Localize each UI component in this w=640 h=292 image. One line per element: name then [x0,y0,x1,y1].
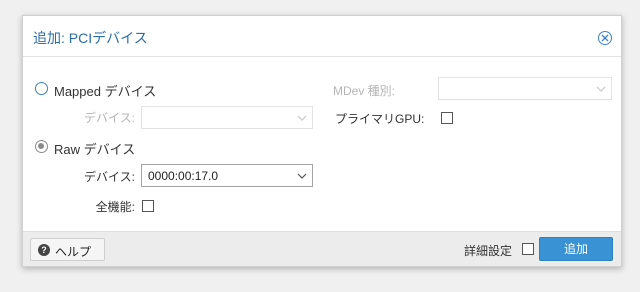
advanced-label: 詳細設定 [464,244,513,258]
raw-device-radio-label: Raw デバイス [54,142,136,157]
help-button-label: ヘルプ [55,245,92,259]
question-icon: ? [38,244,50,256]
all-functions-checkbox[interactable] [142,200,154,212]
mdev-type-label: MDev 種別: [333,84,396,98]
mapped-device-radio[interactable] [35,82,48,95]
mapped-device-radio-label: Mapped デバイス [54,84,157,99]
raw-device-field-label: デバイス: [84,170,135,184]
mapped-device-select[interactable] [141,106,313,129]
primary-gpu-label: プライマリGPU: [335,112,425,126]
chevron-down-icon [297,173,307,179]
raw-device-value: 0000:00:17.0 [148,169,219,183]
add-pci-device-dialog: 追加: PCIデバイス Mapped デバイス デバイス: MDev 種別: プ… [22,15,622,267]
primary-gpu-checkbox[interactable] [441,112,453,124]
chevron-down-icon [596,86,606,92]
close-icon[interactable] [598,31,612,45]
mapped-device-field-label: デバイス: [84,111,135,125]
help-button[interactable]: ? ヘルプ [30,238,105,261]
raw-device-select[interactable]: 0000:00:17.0 [141,164,313,187]
dialog-title: 追加: PCIデバイス [33,30,148,46]
advanced-checkbox[interactable] [522,243,534,255]
add-button[interactable]: 追加 [539,237,613,261]
chevron-down-icon [297,115,307,121]
raw-device-radio[interactable] [35,140,48,153]
dialog-header: 追加: PCIデバイス [23,16,621,57]
mdev-type-select[interactable] [438,77,612,100]
dialog-footer: ? ヘルプ 詳細設定 追加 [23,231,621,266]
all-functions-label: 全機能: [95,200,135,214]
